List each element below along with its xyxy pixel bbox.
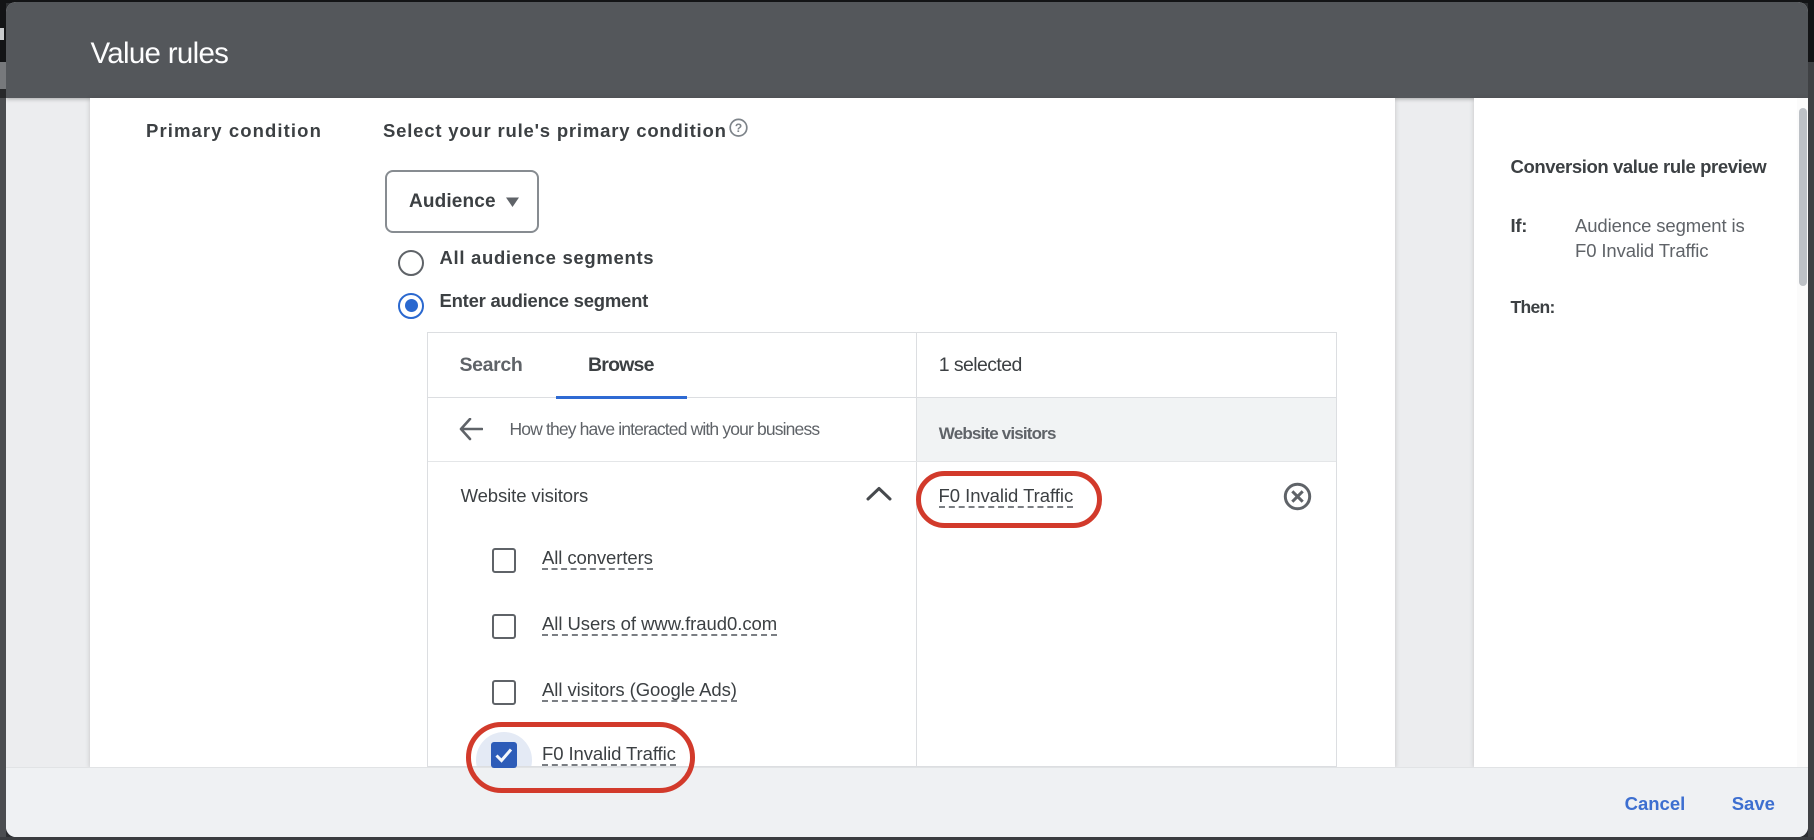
svg-text:?: ? (735, 121, 742, 135)
